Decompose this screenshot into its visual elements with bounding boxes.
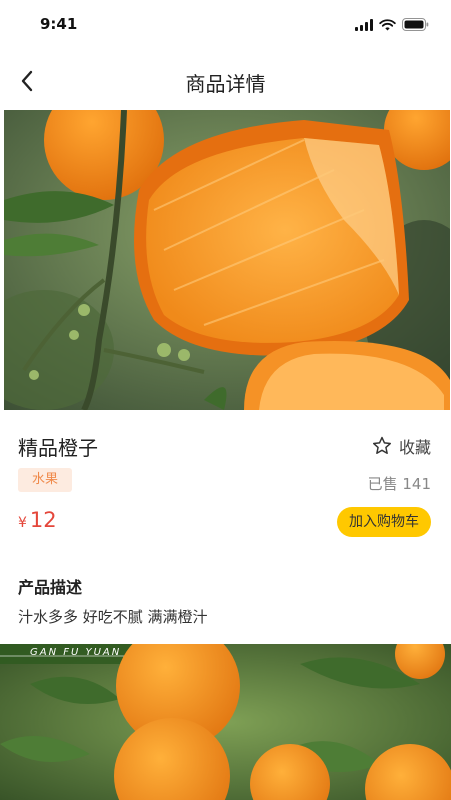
favorite-label: 收藏 bbox=[398, 438, 431, 457]
page-title: 商品详情 bbox=[185, 72, 266, 96]
category-tag: 水果 bbox=[18, 468, 73, 492]
sold-count: 已售 141 bbox=[367, 475, 431, 493]
status-bar: 9:41 bbox=[0, 0, 451, 50]
product-name: 精品橙子 bbox=[18, 436, 98, 460]
price-amount: 12 bbox=[29, 508, 57, 532]
favorite-button[interactable]: 收藏 bbox=[371, 434, 431, 458]
status-icons bbox=[355, 18, 429, 31]
wifi-icon bbox=[379, 18, 396, 30]
currency-symbol: ¥ bbox=[18, 515, 27, 531]
description-text: 汁水多多 好吃不腻 满满橙汁 bbox=[18, 608, 208, 626]
nav-bar: 商品详情 bbox=[0, 58, 451, 104]
description-title: 产品描述 bbox=[18, 578, 83, 597]
star-icon bbox=[373, 436, 391, 454]
signal-icon bbox=[355, 18, 373, 31]
price: ¥ 12 bbox=[18, 508, 57, 532]
product-detail-image bbox=[0, 644, 451, 800]
status-time: 9:41 bbox=[40, 15, 78, 33]
photo-banner-text: GAN FU YUAN bbox=[30, 647, 122, 658]
product-image bbox=[4, 110, 450, 410]
battery-icon bbox=[402, 18, 429, 31]
add-to-cart-button[interactable]: 加入购物车 bbox=[337, 507, 431, 537]
